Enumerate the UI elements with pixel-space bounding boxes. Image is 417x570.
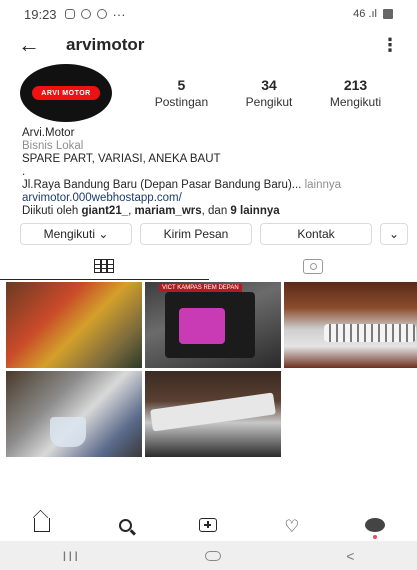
system-home-icon[interactable] [205, 550, 222, 561]
notification-icon [64, 9, 75, 19]
nav-add[interactable] [193, 517, 223, 537]
stat-following-label: Mengikuti [329, 95, 382, 109]
bio-address-line: Jl.Raya Bandung Baru (Depan Pasar Bandun… [22, 179, 412, 192]
search-icon [118, 519, 132, 532]
home-icon [33, 518, 50, 532]
post-product-label: VICT KAMPAS REM DEPAN [159, 284, 242, 292]
stat-posts-count: 5 [177, 77, 186, 93]
arrow-left-icon[interactable]: ← [18, 32, 48, 58]
nav-home[interactable] [27, 517, 57, 537]
profile-bio: Arvi.Motor Bisnis Lokal SPARE PART, VARI… [22, 127, 412, 218]
more-options-icon[interactable]: ⋮ [381, 35, 399, 56]
post-thumbnail-swingarm[interactable] [145, 371, 281, 457]
notification-icons: ··· [64, 6, 126, 22]
post-swingarm [150, 392, 276, 432]
post-carburetor-cup [50, 417, 86, 447]
post-thumbnail-carburetor[interactable] [6, 371, 142, 457]
chat-icon [80, 9, 91, 19]
tab-grid[interactable] [0, 252, 209, 280]
bio-category: Bisnis Lokal [22, 140, 84, 152]
followed-count: 9 lainnya [230, 205, 280, 217]
bio-more-link[interactable]: lainnya [305, 179, 341, 191]
status-right: 46 .ıl [353, 8, 393, 20]
tab-tagged[interactable] [209, 252, 417, 280]
stat-following[interactable]: 213 Mengikuti [330, 77, 381, 109]
profile-icon [365, 518, 386, 539]
post-thumbnail-brake-pads[interactable]: VICT KAMPAS REM DEPAN [145, 282, 281, 368]
avatar[interactable]: ARVI MOTOR [20, 64, 112, 122]
status-bar: 19:23 ··· 46 .ıl [0, 0, 417, 28]
avatar-logo: ARVI MOTOR [32, 86, 100, 100]
followed-user-2: mariam_wrs [134, 205, 202, 217]
followed-mid: , dan [201, 205, 231, 217]
status-time: 19:23 [24, 6, 57, 22]
stat-posts-label: Postingan [154, 95, 209, 109]
profile-actions: Mengikuti ⌄ Kirim Pesan Kontak ⌄ [20, 223, 408, 245]
nav-search[interactable] [110, 517, 140, 537]
bio-tagline: SPARE PART, VARIASI, ANEKA BAUT [22, 153, 221, 165]
tagged-icon [302, 258, 323, 274]
profile-stats: 5 Postingan 34 Pengikut 213 Mengikuti [136, 77, 400, 109]
more-notifications: ··· [112, 6, 126, 22]
instagram-icon [96, 9, 107, 19]
system-navigation-bar: III < [0, 541, 417, 570]
following-button[interactable]: Mengikuti ⌄ [20, 223, 132, 245]
suggested-chevron-button[interactable]: ⌄ [380, 223, 408, 245]
add-post-icon [199, 518, 218, 532]
post-thumbnail-shock-absorber[interactable] [6, 282, 142, 368]
profile-summary: ARVI MOTOR 5 Postingan 34 Pengikut 213 M… [20, 64, 400, 122]
followed-user-1: giant21_ [81, 205, 129, 217]
recent-apps-icon[interactable]: III [63, 548, 81, 564]
bio-address: Jl.Raya Bandung Baru (Depan Pasar Bandun… [22, 179, 302, 191]
bottom-navigation: ♡ [0, 513, 417, 541]
profile-tabs [0, 252, 417, 280]
system-back-icon[interactable]: < [346, 548, 354, 564]
stat-posts[interactable]: 5 Postingan [155, 77, 208, 109]
signal-icon: 46 .ıl [353, 8, 377, 20]
stat-followers-label: Pengikut [245, 95, 293, 109]
header-username: arvimotor [66, 35, 145, 54]
nav-profile[interactable] [360, 517, 390, 539]
post-spring [324, 324, 416, 342]
message-button[interactable]: Kirim Pesan [140, 223, 252, 245]
stat-followers[interactable]: 34 Pengikut [246, 77, 293, 109]
followed-prefix: Diikuti oleh [22, 205, 82, 217]
battery-icon [383, 9, 393, 19]
stat-followers-count: 34 [261, 77, 277, 93]
post-brake-pad [179, 308, 225, 344]
profile-header: ← arvimotor ⋮ [0, 28, 417, 62]
post-thumbnail-spring[interactable] [284, 282, 417, 368]
posts-grid: VICT KAMPAS REM DEPAN [6, 282, 417, 457]
stat-following-count: 213 [343, 77, 368, 93]
followed-by[interactable]: Diikuti oleh giant21_, mariam_wrs, dan 9… [22, 205, 412, 218]
heart-icon[interactable]: ♡ [277, 517, 307, 537]
bio-name: Arvi.Motor [22, 127, 75, 139]
contact-button[interactable]: Kontak [260, 223, 372, 245]
grid-icon [94, 258, 115, 273]
bio-dot: . [22, 166, 26, 178]
bio-website-link[interactable]: arvimotor.000webhostapp.com/ [22, 192, 412, 205]
